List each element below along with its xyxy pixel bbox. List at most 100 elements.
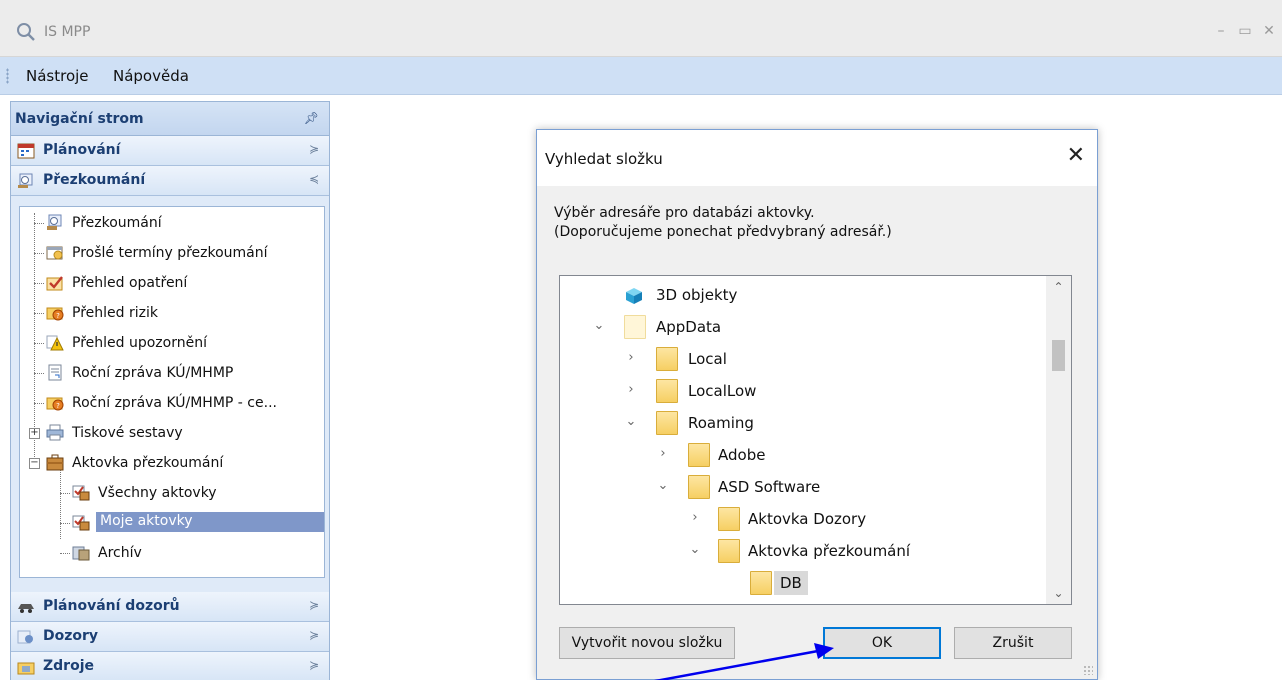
chevron-down-icon[interactable]: ⌄ [656, 478, 670, 493]
chevron-down-icon[interactable]: ≽ [309, 628, 319, 642]
tree-item[interactable]: Přehled opatření [20, 269, 326, 297]
toolbar-grip-icon[interactable] [6, 68, 9, 84]
tree-item-label: Roční zpráva KÚ/MHMP [72, 365, 234, 381]
archive-icon [72, 546, 90, 561]
expand-icon[interactable]: + [29, 428, 40, 439]
chevron-right-icon[interactable]: › [688, 510, 702, 525]
vertical-scrollbar[interactable]: ⌃ ⌄ [1046, 276, 1071, 604]
tree-item[interactable]: ? Přehled rizik [20, 299, 326, 327]
folder-item[interactable]: › LocalLow [560, 376, 1046, 406]
close-icon[interactable]: ✕ [1260, 22, 1278, 40]
collapse-icon[interactable]: − [29, 458, 40, 469]
tree-item-label: Aktovka přezkoumání [72, 455, 224, 471]
chevron-down-icon[interactable]: ≽ [309, 598, 319, 612]
chevron-right-icon[interactable]: › [624, 382, 638, 397]
section-zdroje[interactable]: Zdroje ≽ [11, 652, 329, 680]
magnifier-person-icon [18, 173, 33, 188]
scroll-down-icon[interactable]: ⌄ [1046, 586, 1071, 600]
tree-item[interactable]: + Tiskové sestavy [20, 419, 326, 447]
tree-item[interactable]: − Aktovka přezkoumání [20, 449, 326, 477]
folder-item[interactable]: 3D objekty [560, 280, 1046, 310]
pin-icon[interactable]: 📌︎ [304, 111, 319, 125]
briefcase-check-icon [72, 515, 90, 531]
ok-button[interactable]: OK [823, 627, 941, 659]
tree-item[interactable]: Všechny aktovky [20, 479, 326, 507]
maximize-icon[interactable]: ▭ [1236, 22, 1254, 40]
navigation-pane: Navigační strom 📌︎ Plánování ≽ Přezkoumá… [10, 101, 330, 680]
folder-icon-light [624, 315, 646, 339]
navigation-tree: Přezkoumání Prošlé termíny přezkoumání P… [19, 206, 325, 578]
tree-item-selected[interactable]: Moje aktovky [20, 509, 326, 537]
folder-item[interactable]: ⌄ ASD Software [560, 472, 1046, 502]
section-prezkoumani[interactable]: Přezkoumání ≼ [11, 166, 329, 196]
svg-text:?: ? [56, 402, 60, 410]
scroll-thumb[interactable] [1052, 340, 1065, 371]
magnifier-person-icon [47, 214, 62, 230]
section-label: Plánování [43, 142, 121, 158]
window-title: IS MPP [44, 24, 91, 40]
menu-item-napoveda[interactable]: Nápověda [113, 67, 189, 85]
folder-item[interactable]: ⌄ Roaming [560, 408, 1046, 438]
folder-item-selected[interactable]: DB [560, 568, 1046, 598]
folder-icon [718, 539, 740, 563]
folder-label: LocalLow [688, 382, 757, 400]
search-icon [17, 23, 35, 41]
tree-item[interactable]: Přehled upozornění [20, 329, 326, 357]
folder-icon [656, 411, 678, 435]
cancel-button[interactable]: Zrušit [954, 627, 1072, 659]
folder-icon [688, 475, 710, 499]
chevron-down-icon[interactable]: ≽ [309, 142, 319, 156]
tree-item[interactable]: Roční zpráva KÚ/MHMP [20, 359, 326, 387]
nav-header: Navigační strom 📌︎ [11, 102, 329, 136]
dialog-title: Vyhledat složku [545, 150, 663, 168]
folder-item[interactable]: › Adobe [560, 440, 1046, 470]
chevron-up-icon[interactable]: ≼ [309, 172, 319, 186]
resize-grip-icon[interactable] [1083, 665, 1093, 675]
chevron-down-icon[interactable]: ≽ [309, 658, 319, 672]
tree-item[interactable]: Prošlé termíny přezkoumání [20, 239, 326, 267]
folder-item[interactable]: › Aktovka Dozory [560, 504, 1046, 534]
folder-label: Roaming [688, 414, 754, 432]
new-folder-button[interactable]: Vytvořit novou složku [559, 627, 735, 659]
chevron-down-icon[interactable]: ⌄ [688, 542, 702, 557]
menu-item-nastroje[interactable]: Nástroje [26, 67, 89, 85]
tree-item-label: Roční zpráva KÚ/MHMP - ce... [72, 395, 277, 411]
tree-item[interactable]: Archív [20, 539, 326, 567]
folder-label: DB [774, 571, 808, 595]
tree-item[interactable]: ? Roční zpráva KÚ/MHMP - ce... [20, 389, 326, 417]
tree-item-label: Prošlé termíny přezkoumání [72, 245, 268, 261]
folder-item[interactable]: › Local [560, 344, 1046, 374]
section-planovani-dozoru[interactable]: Plánování dozorů ≽ [11, 592, 329, 622]
folder-icon [656, 379, 678, 403]
menu-bar: Nástroje Nápověda [0, 57, 1282, 95]
close-icon[interactable]: ✕ [1067, 144, 1085, 168]
section-dozory[interactable]: Dozory ≽ [11, 622, 329, 652]
folder-label: 3D objekty [656, 286, 738, 304]
folder-icon [750, 571, 772, 595]
tree-item[interactable]: Přezkoumání [20, 209, 326, 237]
folder-label: Aktovka přezkoumání [748, 542, 911, 560]
tree-item-label: Všechny aktovky [98, 485, 217, 501]
folder-label: AppData [656, 318, 722, 336]
report-icon [48, 364, 62, 381]
dialog-title-bar: Vyhledat složku ✕ [537, 130, 1097, 186]
tree-item-label: Moje aktovky [96, 512, 324, 532]
folder-item[interactable]: ⌄ AppData [560, 312, 1046, 342]
svg-text:?: ? [56, 312, 60, 320]
chevron-right-icon[interactable]: › [656, 446, 670, 461]
tree-item-label: Archív [98, 545, 142, 561]
scroll-up-icon[interactable]: ⌃ [1046, 280, 1071, 294]
minimize-icon[interactable]: – [1212, 22, 1230, 40]
calendar-alert-icon [46, 246, 63, 260]
chevron-down-icon[interactable]: ⌄ [624, 414, 638, 429]
folder-item[interactable]: ⌄ Aktovka přezkoumání [560, 536, 1046, 566]
chevron-right-icon[interactable]: › [624, 350, 638, 365]
section-planovani[interactable]: Plánování ≽ [11, 136, 329, 166]
folder-label: Adobe [718, 446, 766, 464]
folder-tree[interactable]: 3D objekty ⌄ AppData › Local › LocalLow … [559, 275, 1072, 605]
folder-icon [656, 347, 678, 371]
section-label: Přezkoumání [43, 172, 146, 188]
tree-item-label: Přezkoumání [72, 215, 162, 231]
chevron-down-icon[interactable]: ⌄ [592, 318, 606, 333]
car-icon [18, 604, 34, 613]
